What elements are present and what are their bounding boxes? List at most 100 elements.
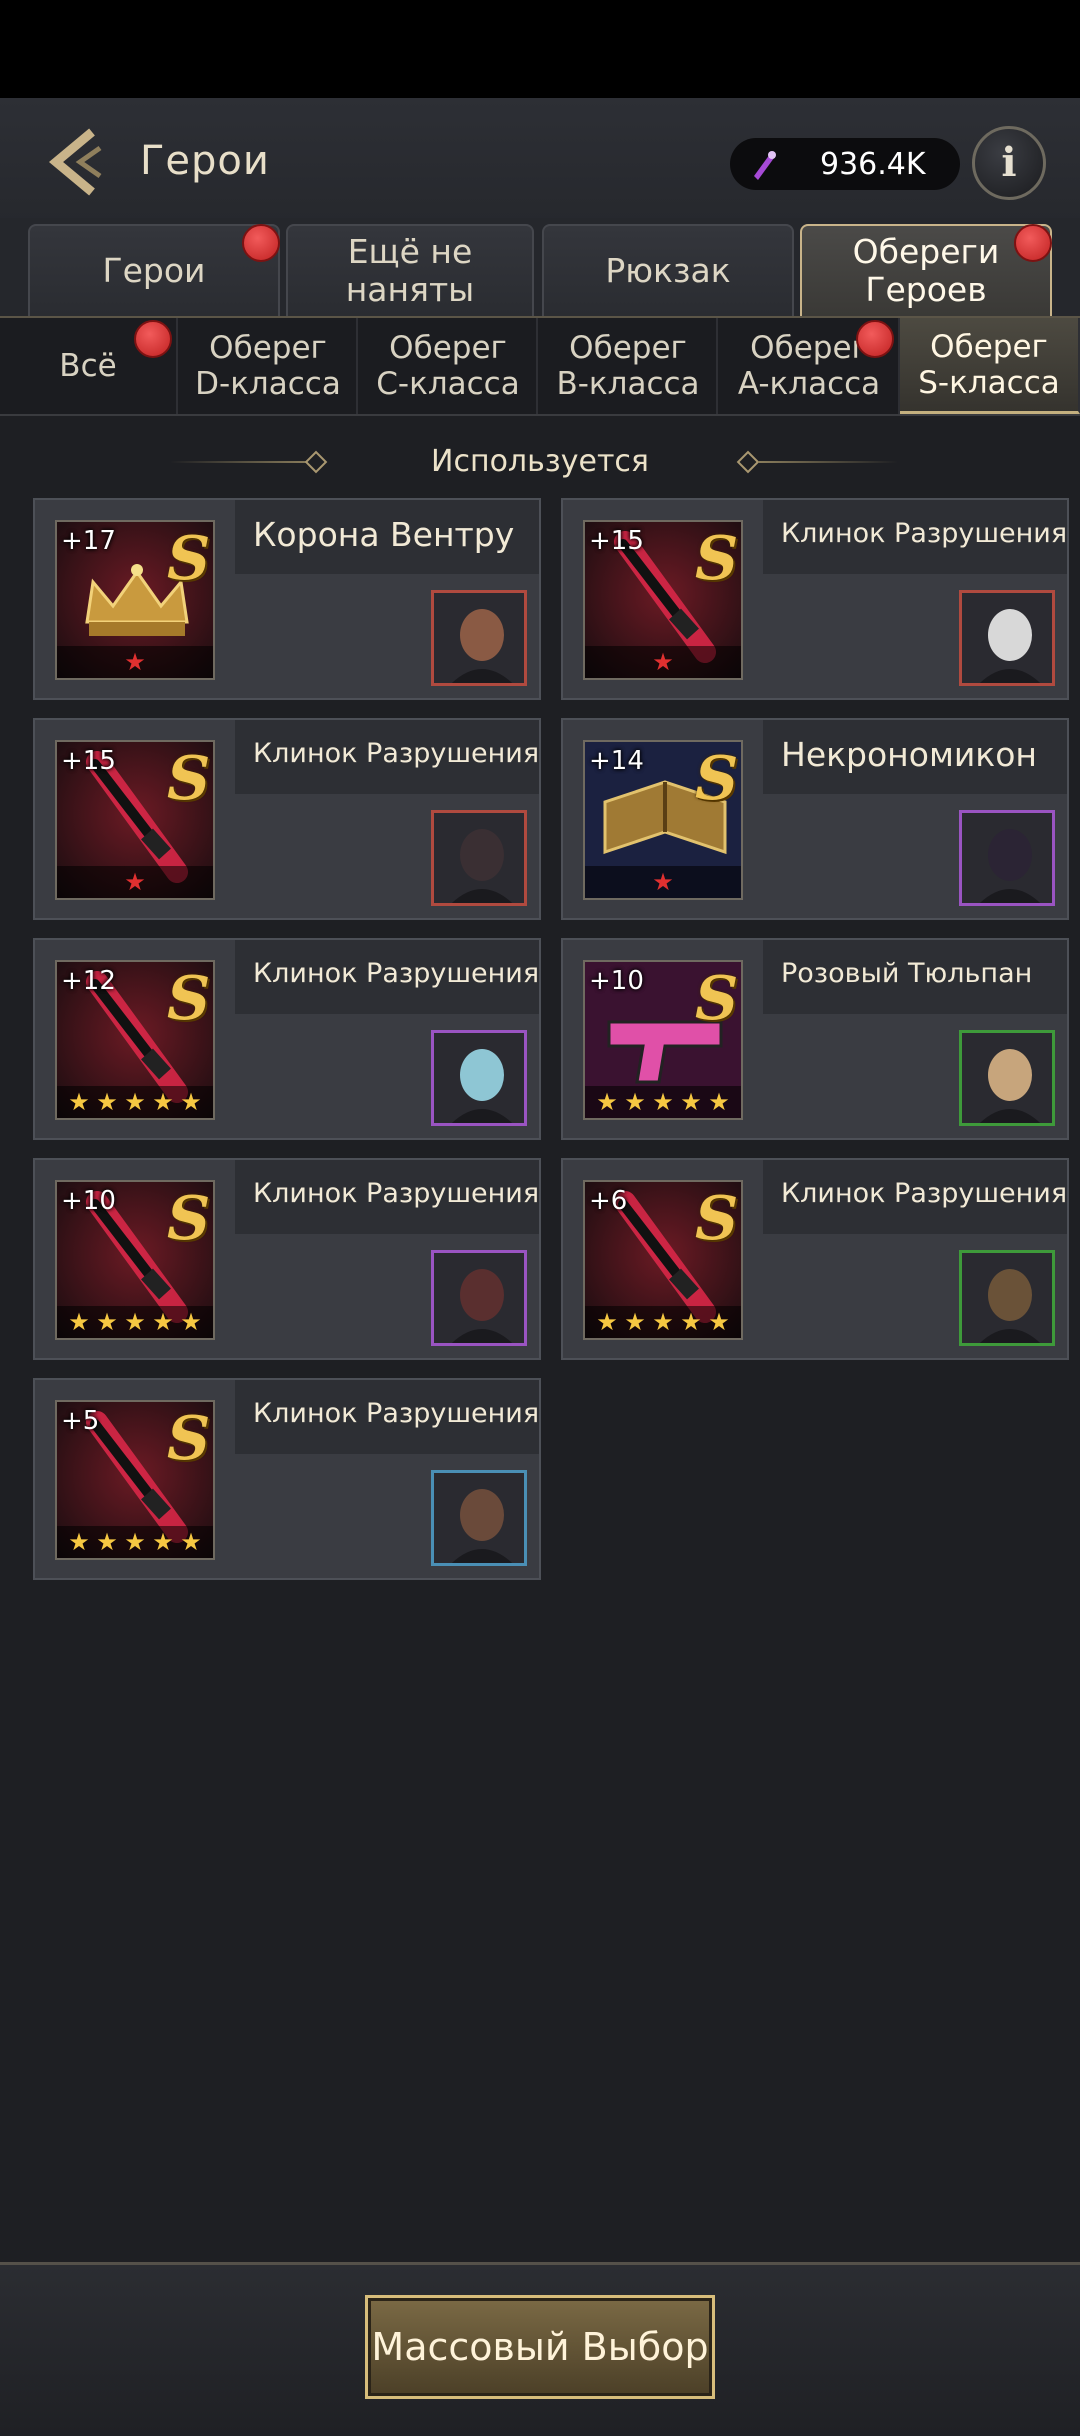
hero-avatar[interactable] (959, 1030, 1055, 1126)
charm-image: +5 S ★ ★ ★ ★ ★ (55, 1400, 215, 1560)
tab-label: Обереги Героев (852, 232, 1000, 309)
subtab-6[interactable]: Оберег S-класса (900, 318, 1080, 414)
main-tabs: Герои Ещё не наняты Рюкзак Обереги Героев (0, 218, 1080, 318)
charm-image: +10 S ★ ★ ★ ★ ★ (583, 960, 743, 1120)
header: Герои 936.4K i (0, 98, 1080, 226)
subtab-2[interactable]: Оберег D-класса (180, 318, 358, 414)
notification-dot (242, 224, 280, 262)
tab-3[interactable]: Рюкзак (542, 224, 794, 316)
hero-avatar[interactable] (431, 1030, 527, 1126)
star-rating: ★ ★ ★ ★ ★ (57, 1526, 213, 1558)
star-rating: ★ (585, 866, 741, 898)
hero-avatar[interactable] (431, 1250, 527, 1346)
charm-level: +12 (61, 966, 116, 996)
hero-avatar[interactable] (431, 810, 527, 906)
star-icon: ★ (124, 648, 146, 676)
charm-card[interactable]: +15 S ★ Клинок Разрушения (33, 718, 541, 920)
hero-avatar[interactable] (959, 810, 1055, 906)
star-icon: ★ (68, 1528, 90, 1556)
charm-image: +17 S ★ (55, 520, 215, 680)
ornament-right (758, 461, 898, 463)
back-arrow-icon (48, 128, 102, 196)
charm-level: +15 (589, 526, 644, 556)
hero-avatar[interactable] (431, 590, 527, 686)
subtab-4[interactable]: Оберег B-класса (540, 318, 718, 414)
back-button[interactable] (40, 126, 110, 198)
charm-image: +6 S ★ ★ ★ ★ ★ (583, 1180, 743, 1340)
hero-portrait-icon (962, 593, 1052, 683)
charm-image: +10 S ★ ★ ★ ★ ★ (55, 1180, 215, 1340)
charm-card[interactable]: +17 S ★ Корона Вентру (33, 498, 541, 700)
star-rating: ★ ★ ★ ★ ★ (57, 1086, 213, 1118)
charm-level: +5 (61, 1406, 100, 1436)
charm-card[interactable]: +10 S ★ ★ ★ ★ ★ Клинок Разрушения (33, 1158, 541, 1360)
tab-label: Герои (102, 251, 206, 290)
star-icon: ★ (96, 1528, 118, 1556)
charm-name-bar: Клинок Разрушения (235, 1380, 539, 1454)
charm-image: +14 S ★ (583, 740, 743, 900)
charm-image: +15 S ★ (583, 520, 743, 680)
tab-2[interactable]: Ещё не наняты (286, 224, 534, 316)
charm-name: Корона Вентру (253, 515, 515, 554)
star-rating: ★ ★ ★ ★ ★ (585, 1086, 741, 1118)
star-icon: ★ (96, 1088, 118, 1116)
star-icon: ★ (180, 1528, 202, 1556)
tab-1[interactable]: Герои (28, 224, 280, 316)
hero-avatar[interactable] (959, 1250, 1055, 1346)
class-subtabs: Всё Оберег D-класса Оберег C-класса Оберег … (0, 316, 1080, 416)
charm-name: Некрономикон (781, 735, 1037, 774)
charm-card[interactable]: +5 S ★ ★ ★ ★ ★ Клинок Разрушения (33, 1378, 541, 1580)
tab-4[interactable]: Обереги Героев (800, 224, 1052, 316)
hero-portrait-icon (434, 813, 524, 903)
star-icon: ★ (708, 1308, 730, 1336)
charm-card[interactable]: +15 S ★ Клинок Разрушения (561, 498, 1069, 700)
charm-card[interactable]: +10 S ★ ★ ★ ★ ★ Розовый Тюльпан (561, 938, 1069, 1140)
charm-name: Клинок Разрушения (781, 1178, 1068, 1209)
charm-level: +10 (61, 1186, 116, 1216)
status-bar (0, 0, 1080, 98)
subtab-label: Оберег S-класса (918, 328, 1060, 401)
star-icon: ★ (652, 1308, 674, 1336)
subtab-3[interactable]: Оберег C-класса (360, 318, 538, 414)
star-icon: ★ (124, 1528, 146, 1556)
page-title: Герои (140, 138, 270, 184)
star-icon: ★ (708, 1088, 730, 1116)
subtab-5[interactable]: Оберег A-класса (720, 318, 900, 414)
section-title: Используется (431, 444, 649, 479)
charm-name-bar: Клинок Разрушения (763, 500, 1067, 574)
charm-card[interactable]: +14 S ★ Некрономикон (561, 718, 1069, 920)
charm-name-bar: Клинок Разрушения (235, 1160, 539, 1234)
potion-icon (754, 151, 776, 180)
hero-avatar[interactable] (431, 1470, 527, 1566)
charm-name-bar: Клинок Разрушения (235, 940, 539, 1014)
notification-dot (1014, 224, 1052, 262)
hero-avatar[interactable] (959, 590, 1055, 686)
star-icon: ★ (96, 1308, 118, 1336)
charm-name: Клинок Разрушения (253, 1178, 540, 1209)
star-icon: ★ (624, 1308, 646, 1336)
charm-image: +15 S ★ (55, 740, 215, 900)
star-icon: ★ (652, 648, 674, 676)
star-icon: ★ (652, 868, 674, 896)
subtab-1[interactable]: Всё (0, 318, 178, 414)
star-icon: ★ (152, 1088, 174, 1116)
charm-name-bar: Розовый Тюльпан (763, 940, 1067, 1014)
subtab-label: Всё (59, 348, 117, 384)
star-icon: ★ (680, 1308, 702, 1336)
currency-display[interactable]: 936.4K (730, 138, 960, 190)
footer: Массовый Выбор (0, 2262, 1080, 2436)
star-rating: ★ (57, 866, 213, 898)
grade-badge: S (167, 524, 211, 594)
grade-badge: S (695, 964, 739, 1034)
charm-name: Клинок Разрушения (253, 1398, 540, 1429)
charm-card[interactable]: +12 S ★ ★ ★ ★ ★ Клинок Разрушения (33, 938, 541, 1140)
hero-portrait-icon (434, 1253, 524, 1343)
charm-name: Розовый Тюльпан (781, 958, 1033, 989)
star-icon: ★ (596, 1308, 618, 1336)
charm-card[interactable]: +6 S ★ ★ ★ ★ ★ Клинок Разрушения (561, 1158, 1069, 1360)
notification-dot (134, 320, 172, 358)
star-icon: ★ (624, 1088, 646, 1116)
hero-portrait-icon (962, 1253, 1052, 1343)
mass-select-button[interactable]: Массовый Выбор (365, 2295, 715, 2399)
info-button[interactable]: i (972, 126, 1046, 200)
